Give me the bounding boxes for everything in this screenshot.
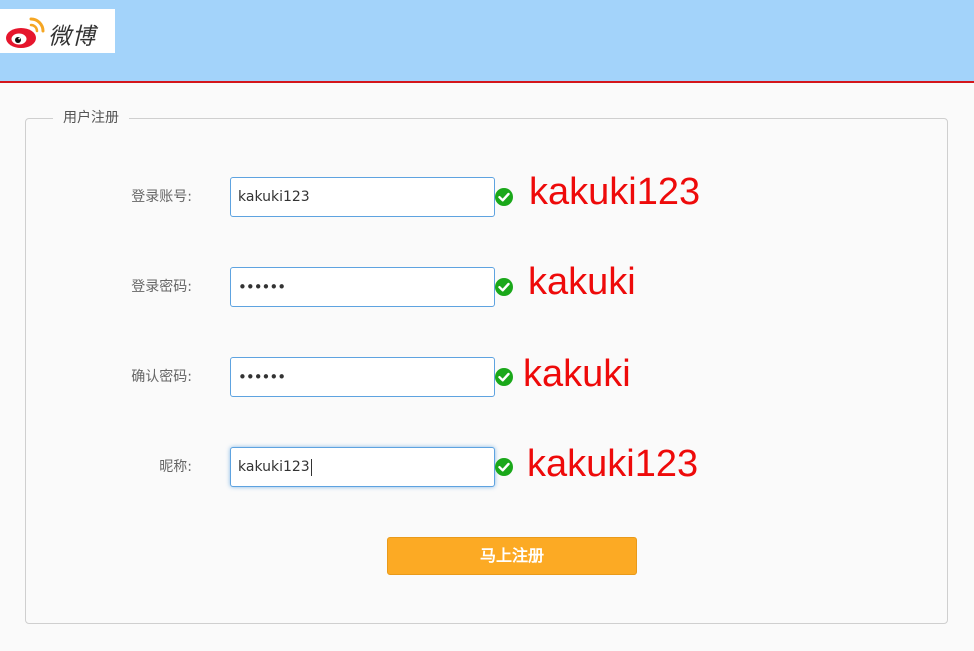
weibo-logo-icon (6, 17, 45, 48)
check-circle-icon (495, 368, 513, 386)
weibo-logo[interactable]: 微博 (0, 9, 115, 53)
account-annotation: kakuki123 (529, 171, 701, 213)
password-annotation: kakuki (528, 261, 636, 303)
nickname-label: 昵称: (159, 459, 192, 475)
account-input[interactable]: kakuki123 (230, 177, 495, 217)
register-button[interactable]: 马上注册 (387, 537, 637, 575)
check-circle-icon (495, 278, 513, 296)
check-circle-icon (495, 458, 513, 476)
password-input[interactable]: •••••• (230, 267, 495, 307)
confirm-password-input[interactable]: •••••• (230, 357, 495, 397)
nickname-input[interactable]: kakuki123 (230, 447, 495, 487)
nickname-value: kakuki123 (238, 459, 310, 475)
confirm-password-label: 确认密码: (131, 369, 192, 385)
nickname-annotation: kakuki123 (527, 443, 699, 485)
panel-legend: 用户注册 (53, 108, 129, 128)
check-circle-icon (495, 188, 513, 206)
confirm-password-annotation: kakuki (523, 353, 631, 395)
logo-text: 微博 (48, 24, 96, 49)
top-header: 微博 (0, 0, 974, 83)
text-caret (310, 458, 312, 476)
password-label: 登录密码: (131, 279, 192, 295)
account-label: 登录账号: (131, 189, 192, 205)
